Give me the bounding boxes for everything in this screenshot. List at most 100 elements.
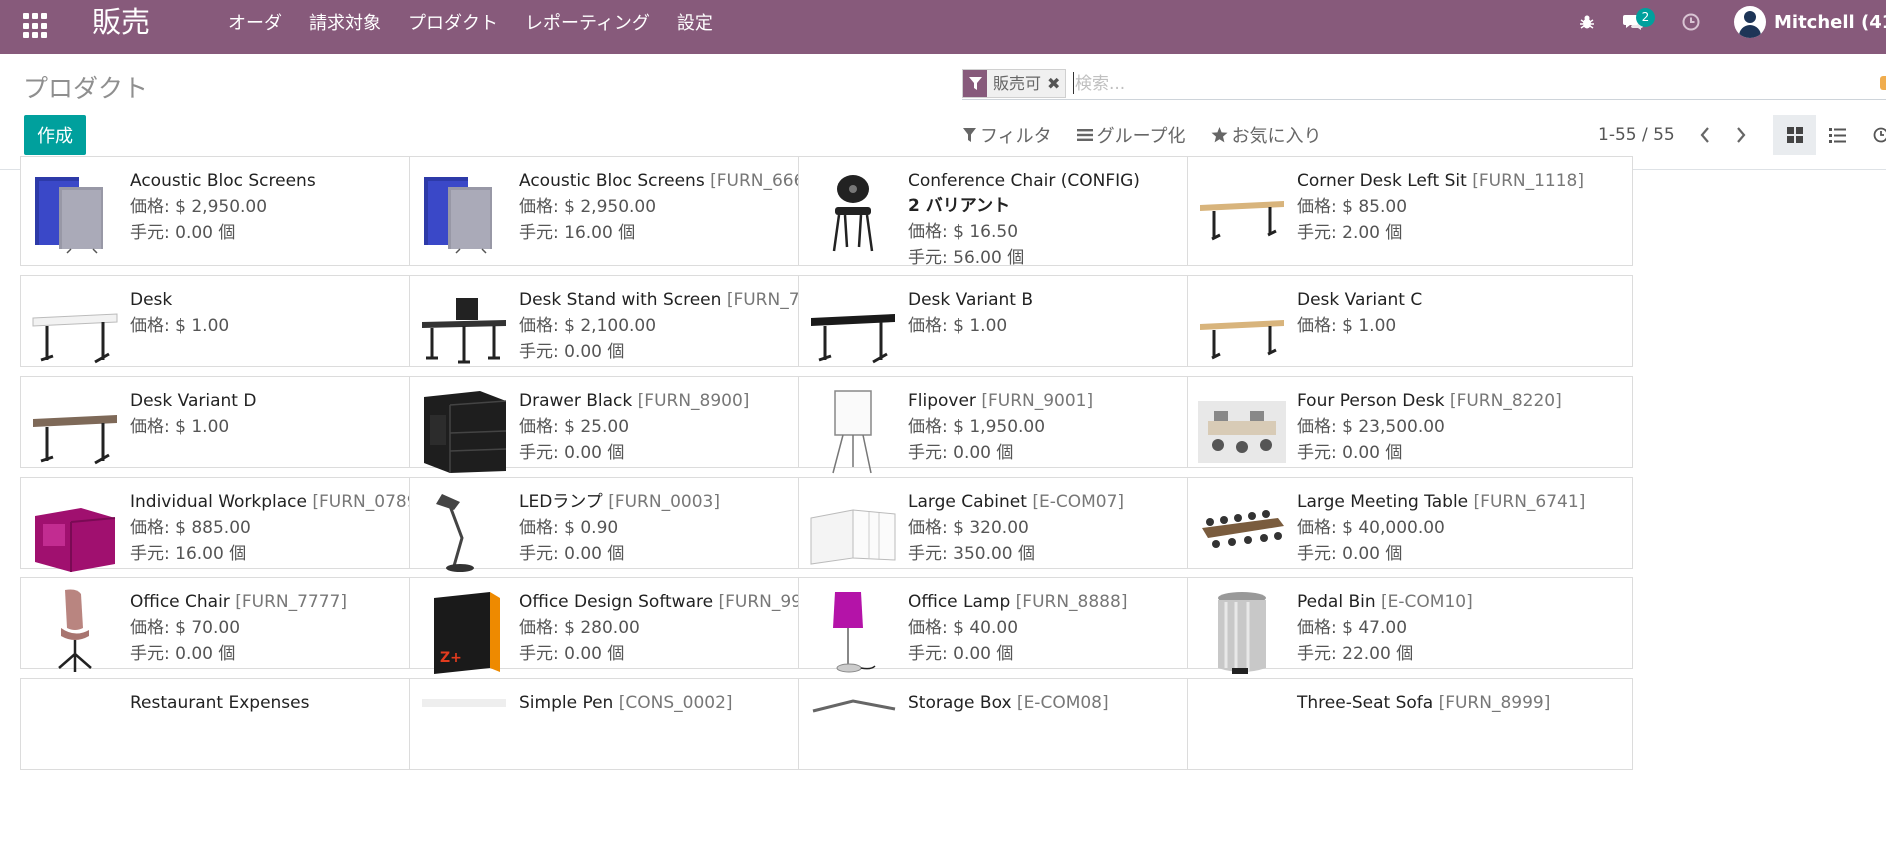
product-card[interactable]: Individual Workplace [FURN_0789] 価格: $ 8… xyxy=(20,477,466,572)
search-bar: 販売可 ✖ xyxy=(962,68,1886,100)
product-reference: [FURN_1118] xyxy=(1466,171,1584,191)
product-kanban: Acoustic Bloc Screens 価格: $ 2,950.00 手元:… xyxy=(0,156,1886,843)
pager-next-icon[interactable] xyxy=(1729,122,1753,148)
product-card[interactable]: Three-Seat Sofa [FURN_8999] xyxy=(1187,678,1633,770)
kanban-view-icon[interactable] xyxy=(1773,115,1816,155)
product-card[interactable]: Large Meeting Table [FURN_6741] 価格: $ 40… xyxy=(1187,477,1633,569)
app-brand[interactable]: 販売 xyxy=(92,4,150,40)
product-reference: [FURN_8900] xyxy=(632,391,750,411)
product-image xyxy=(1198,488,1286,576)
product-name-text: Conference Chair (CONFIG) xyxy=(908,171,1140,191)
list-view-icon[interactable] xyxy=(1816,115,1859,155)
product-image xyxy=(1198,689,1286,777)
product-card[interactable]: Pedal Bin [E-COM10] 価格: $ 47.00 手元: 22.0… xyxy=(1187,577,1633,674)
product-reference: [E-COM08] xyxy=(1011,693,1109,713)
product-name-text: Desk Stand with Screen xyxy=(519,290,722,310)
product-name: Three-Seat Sofa [FURN_8999] xyxy=(1297,691,1626,716)
product-image xyxy=(420,167,508,255)
product-image xyxy=(420,689,508,777)
product-card[interactable]: Desk Variant B 価格: $ 1.00 xyxy=(798,275,1244,367)
product-card[interactable]: Large Cabinet [E-COM07] 価格: $ 320.00 手元:… xyxy=(798,477,1244,569)
product-card[interactable]: Desk 価格: $ 1.00 xyxy=(20,275,466,367)
clock-view-icon[interactable] xyxy=(1859,115,1886,155)
product-name: Large Meeting Table [FURN_6741] xyxy=(1297,490,1626,515)
facet-label: 販売可 xyxy=(993,74,1042,93)
product-card[interactable]: Conference Chair (CONFIG) 2 バリアント 価格: $ … xyxy=(798,156,1244,268)
product-card-body: Corner Desk Left Sit [FURN_1118] 価格: $ 8… xyxy=(1297,169,1626,246)
product-name-text: Large Cabinet xyxy=(908,492,1027,512)
product-image xyxy=(809,588,897,676)
message-count-badge: 2 xyxy=(1636,8,1655,27)
product-name-text: Desk Variant C xyxy=(1297,290,1423,310)
product-name-text: Three-Seat Sofa xyxy=(1297,693,1434,713)
product-on-hand: 手元: 22.00 個 xyxy=(1297,644,1414,664)
product-card[interactable]: Desk Stand with Screen [FURN_7888] 価格: $… xyxy=(409,275,855,367)
pager-previous-icon[interactable] xyxy=(1693,122,1717,148)
product-image xyxy=(420,488,508,576)
filter-icon xyxy=(963,128,976,142)
view-switcher xyxy=(1773,115,1886,155)
product-card-body: Four Person Desk [FURN_8220] 価格: $ 23,50… xyxy=(1297,389,1626,466)
product-reference: [FURN_7777] xyxy=(229,592,347,612)
filter-button[interactable]: フィルタ xyxy=(963,122,1052,148)
top-navbar: 販売 オーダ 請求対象 プロダクト レポーティング 設定 2 Mitchell … xyxy=(0,0,1886,54)
search-options: フィルタ グループ化 お気に入り xyxy=(963,122,1347,148)
product-reference: [FURN_8888] xyxy=(1010,592,1128,612)
product-card[interactable]: Simple Pen [CONS_0002] xyxy=(409,678,855,770)
product-card[interactable]: Drawer Black [FURN_8900] 価格: $ 25.00 手元:… xyxy=(409,376,855,473)
user-menu[interactable]: Mitchell (414e xyxy=(1734,4,1886,40)
product-reference: [FURN_0789] xyxy=(306,492,425,512)
product-card[interactable]: Desk Variant C 価格: $ 1.00 xyxy=(1187,275,1633,367)
facet-remove-icon[interactable]: ✖ xyxy=(1047,70,1065,97)
product-name-text: Office Chair xyxy=(130,592,230,612)
group-by-button[interactable]: グループ化 xyxy=(1076,122,1186,148)
product-card[interactable]: Flipover [FURN_9001] 価格: $ 1,950.00 手元: … xyxy=(798,376,1244,474)
product-card[interactable]: Four Person Desk [FURN_8220] 価格: $ 23,50… xyxy=(1187,376,1633,468)
product-image xyxy=(809,167,897,255)
search-input[interactable] xyxy=(1075,71,1855,97)
menu-item-orders[interactable]: オーダ xyxy=(228,9,282,35)
product-name-text: LEDランプ xyxy=(519,492,603,512)
product-reference: [FURN_6741] xyxy=(1468,492,1586,512)
product-card[interactable]: Office Lamp [FURN_8888] 価格: $ 40.00 手元: … xyxy=(798,577,1244,673)
product-name-text: Storage Box xyxy=(908,693,1012,713)
create-button[interactable]: 作成 xyxy=(24,115,86,155)
product-price: 価格: $ 40,000.00 xyxy=(1297,518,1445,538)
search-toggle-icon[interactable] xyxy=(1880,76,1886,90)
product-card[interactable]: LEDランプ [FURN_0003] 価格: $ 0.90 手元: 0.00 個 xyxy=(409,477,855,572)
chat-icon[interactable]: 2 xyxy=(1618,0,1655,44)
product-card[interactable]: Acoustic Bloc Screens [FURN_6666] 価格: $ … xyxy=(409,156,855,266)
pager-value[interactable]: 1-55 / 55 xyxy=(1598,125,1675,145)
product-name-text: Acoustic Bloc Screens xyxy=(130,171,316,191)
product-on-hand: 手元: 0.00 個 xyxy=(1297,544,1403,564)
menu-item-reporting[interactable]: レポーティング xyxy=(525,9,650,35)
product-reference: [FURN_9001] xyxy=(975,391,1094,411)
product-card[interactable]: Corner Desk Left Sit [FURN_1118] 価格: $ 8… xyxy=(1187,156,1633,266)
favorites-button[interactable]: お気に入り xyxy=(1211,122,1322,148)
product-card[interactable]: Storage Box [E-COM08] xyxy=(798,678,1244,770)
product-card[interactable]: Z+ Office Design Software [FURN_9999] 価格… xyxy=(409,577,855,674)
bug-icon[interactable] xyxy=(1575,0,1599,44)
product-image xyxy=(809,387,897,475)
product-price: 価格: $ 47.00 xyxy=(1297,618,1408,638)
product-card[interactable]: Restaurant Expenses xyxy=(20,678,466,770)
menu-item-to-invoice[interactable]: 請求対象 xyxy=(309,9,381,35)
product-image xyxy=(31,588,119,676)
product-price: 価格: $ 23,500.00 xyxy=(1297,417,1445,437)
clock-icon[interactable] xyxy=(1678,0,1704,44)
product-card[interactable]: Acoustic Bloc Screens 価格: $ 2,950.00 手元:… xyxy=(20,156,466,266)
filter-label: フィルタ xyxy=(980,126,1052,147)
apps-icon[interactable] xyxy=(23,13,49,39)
product-card[interactable]: Office Chair [FURN_7777] 価格: $ 70.00 手元:… xyxy=(20,577,466,672)
menu-item-products[interactable]: プロダクト xyxy=(408,9,498,35)
product-name-text: Drawer Black xyxy=(519,391,633,411)
menu-item-settings[interactable]: 設定 xyxy=(677,9,713,35)
product-card[interactable]: Desk Variant D 価格: $ 1.00 xyxy=(20,376,466,468)
star-icon xyxy=(1211,127,1228,143)
group-by-label: グループ化 xyxy=(1096,126,1186,147)
product-name-text: Flipover xyxy=(908,391,976,411)
product-image xyxy=(809,488,897,576)
breadcrumb: プロダクト xyxy=(23,74,149,103)
product-image xyxy=(420,286,508,374)
product-name-text: Acoustic Bloc Screens xyxy=(519,171,705,191)
